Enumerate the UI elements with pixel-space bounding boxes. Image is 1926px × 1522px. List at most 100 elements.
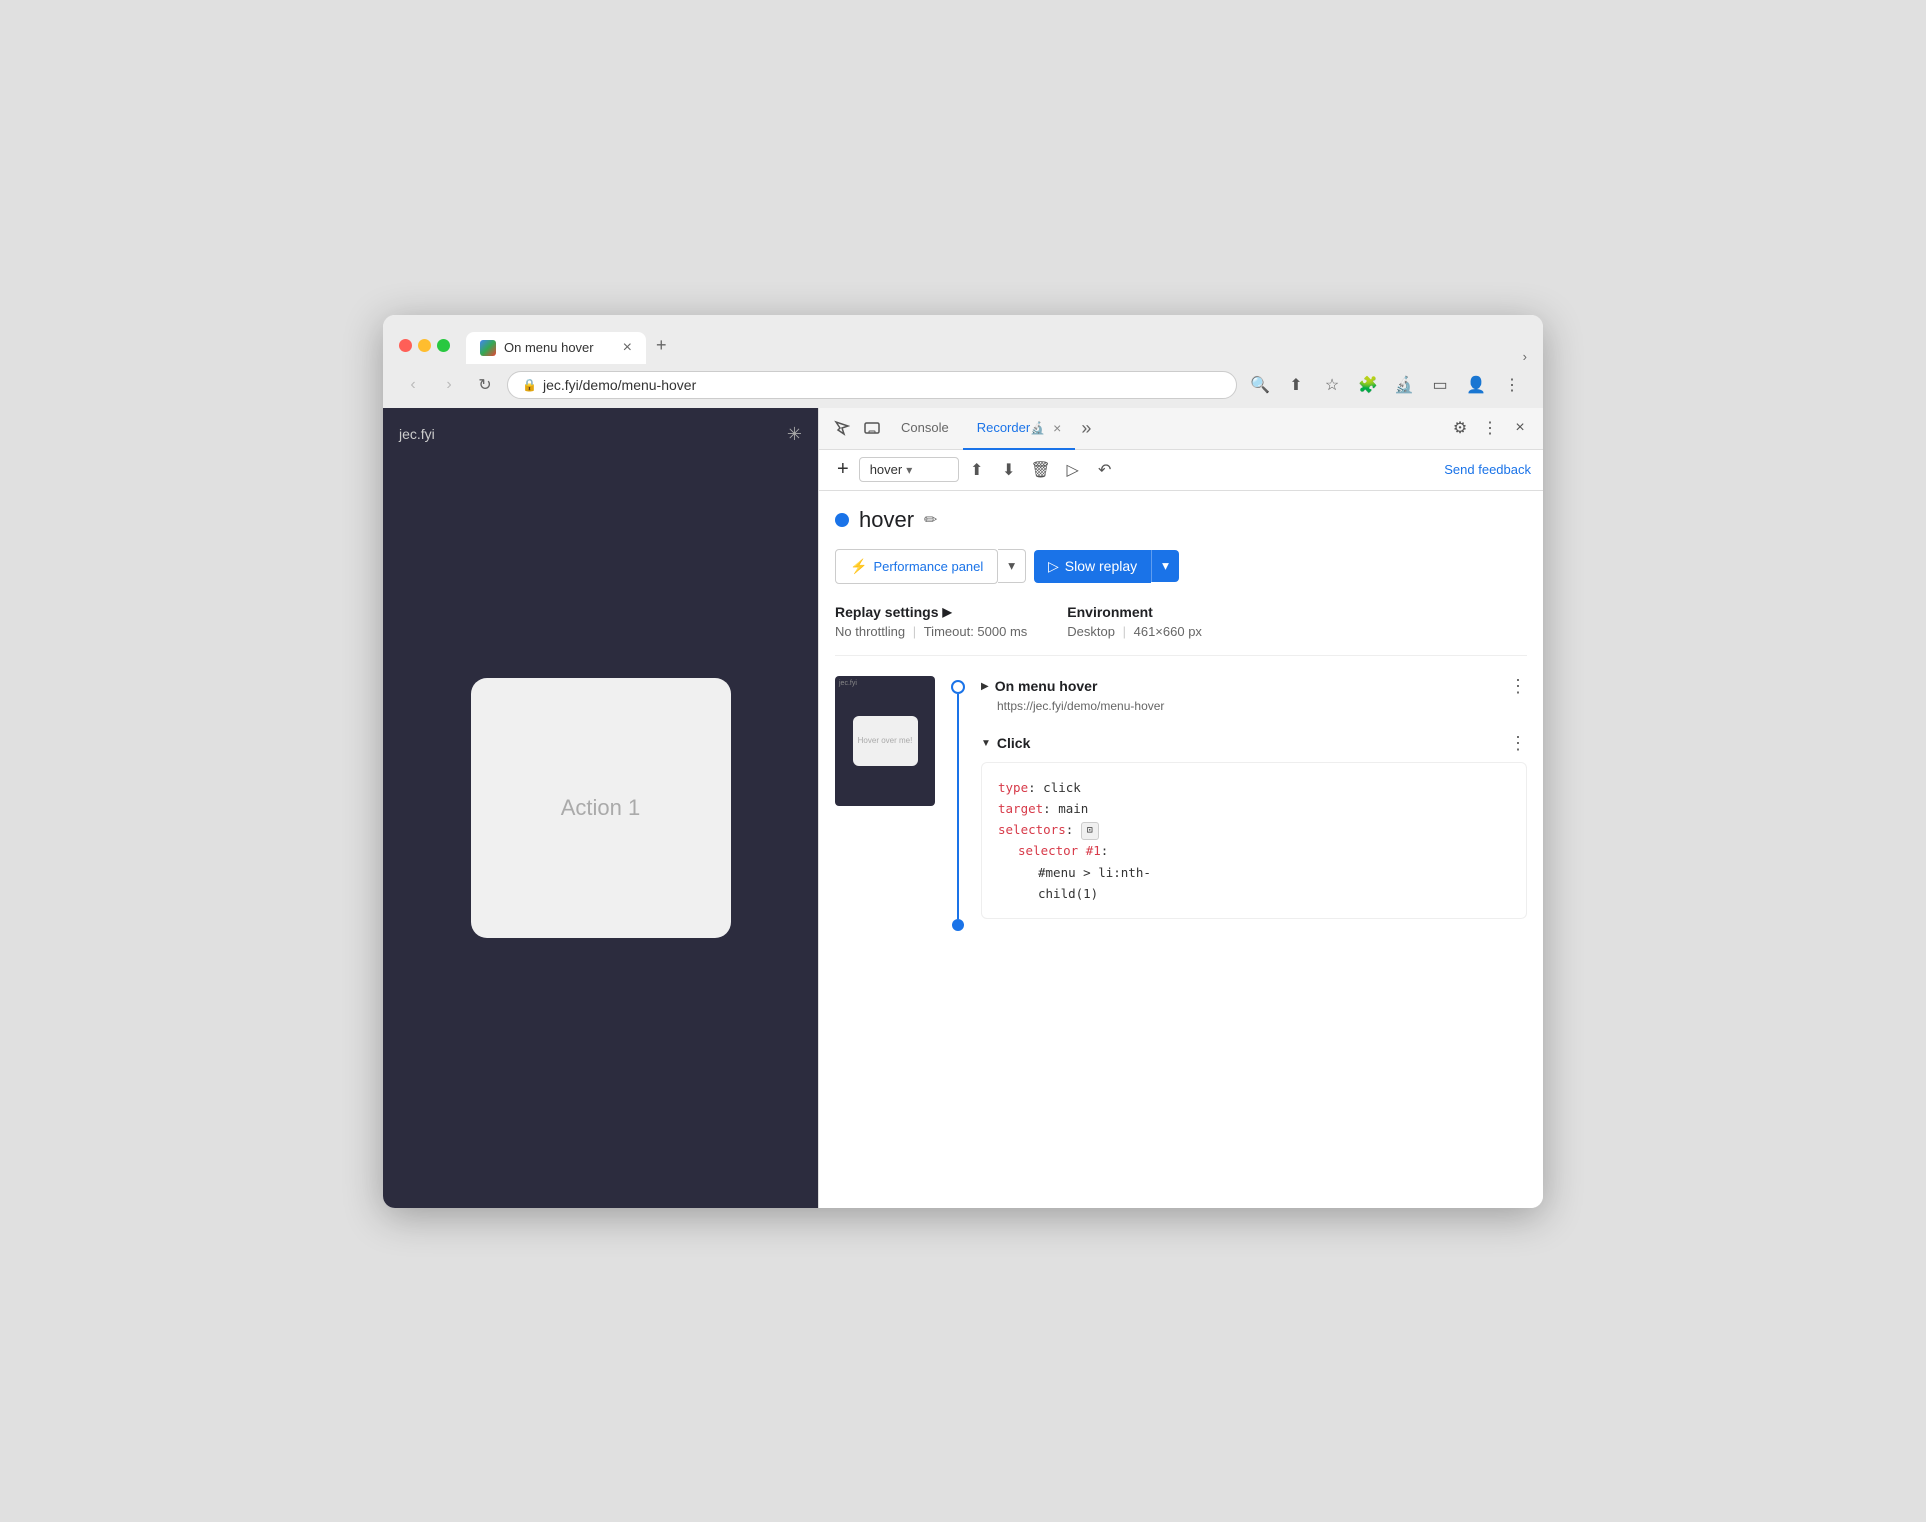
selector-value-line1: #menu > li:nth- bbox=[1038, 865, 1151, 880]
recorder-badge-icon: 🔬 bbox=[1030, 421, 1045, 435]
target-value: main bbox=[1058, 801, 1088, 816]
selector-type-icon[interactable]: ⊡ bbox=[1081, 822, 1099, 840]
forward-button[interactable]: › bbox=[435, 371, 463, 399]
import-recording-icon[interactable]: ⬇ bbox=[995, 456, 1023, 484]
console-tab-label: Console bbox=[901, 420, 949, 435]
environment-title: Environment bbox=[1067, 604, 1202, 620]
tab-console[interactable]: Console bbox=[887, 408, 963, 450]
steps-section: Hover over me! jec.fyi bbox=[835, 676, 1527, 932]
step2-expand-icon[interactable]: ▼ bbox=[981, 738, 991, 749]
screenshot-mini-card: Hover over me! bbox=[853, 716, 918, 766]
security-lock-icon: 🔒 bbox=[522, 378, 537, 392]
play-recording-icon[interactable]: ▷ bbox=[1059, 456, 1087, 484]
performance-panel-button[interactable]: ⚡ Performance panel bbox=[835, 549, 998, 584]
add-recording-button[interactable]: + bbox=[831, 456, 855, 483]
action-card[interactable]: Action 1 bbox=[471, 678, 731, 938]
more-options-icon[interactable]: ⋮ bbox=[1475, 413, 1505, 443]
step2-more-icon[interactable]: ⋮ bbox=[1509, 733, 1527, 754]
slow-replay-dropdown-button[interactable]: ▾ bbox=[1151, 550, 1179, 582]
tab-recorder[interactable]: Recorder 🔬 × bbox=[963, 408, 1076, 450]
main-content: jec.fyi ✳ Action 1 bbox=[383, 408, 1543, 1208]
address-bar: ‹ › ↻ 🔒 jec.fyi/demo/menu-hover 🔍 ⬆ ☆ 🧩 … bbox=[383, 364, 1543, 408]
slow-replay-button[interactable]: ▷ Slow replay bbox=[1034, 550, 1151, 583]
maximize-button[interactable] bbox=[437, 339, 450, 352]
send-feedback-link[interactable]: Send feedback bbox=[1444, 462, 1531, 477]
back-button[interactable]: ‹ bbox=[399, 371, 427, 399]
tab-favicon bbox=[480, 340, 496, 356]
share-icon[interactable]: ⬆ bbox=[1281, 370, 1311, 400]
reload-button[interactable]: ↻ bbox=[471, 371, 499, 399]
url-text: jec.fyi/demo/menu-hover bbox=[543, 377, 1222, 393]
edit-recording-name-icon[interactable]: ✏ bbox=[924, 510, 937, 530]
theme-toggle-icon[interactable]: ✳ bbox=[787, 424, 802, 445]
inspect-element-icon[interactable] bbox=[827, 413, 857, 443]
performance-panel-dropdown-button[interactable]: ▾ bbox=[998, 549, 1026, 583]
timeout-value: Timeout: 5000 ms bbox=[924, 624, 1028, 639]
resolution-value: 461×660 px bbox=[1134, 624, 1202, 639]
webpage-panel: jec.fyi ✳ Action 1 bbox=[383, 408, 818, 1208]
site-logo: jec.fyi bbox=[399, 426, 435, 442]
devtools-header: Console Recorder 🔬 × » ⚙ ⋮ × bbox=[819, 408, 1543, 450]
search-icon[interactable]: 🔍 bbox=[1245, 370, 1275, 400]
undo-recording-icon[interactable]: ↶ bbox=[1091, 456, 1119, 484]
minimize-button[interactable] bbox=[418, 339, 431, 352]
type-value: click bbox=[1043, 780, 1081, 795]
env-divider: | bbox=[1123, 624, 1130, 639]
timeline-bottom-node bbox=[952, 919, 964, 931]
code-line-selector-val1: #menu > li:nth- bbox=[998, 862, 1510, 883]
delete-recording-icon[interactable]: 🗑 bbox=[1027, 456, 1055, 484]
device-toolbar-icon[interactable] bbox=[857, 413, 887, 443]
replay-settings-arrow-icon: ▶ bbox=[942, 605, 951, 619]
recording-selector[interactable]: hover ▾ bbox=[859, 457, 959, 482]
environment-label: Environment bbox=[1067, 604, 1153, 620]
recorder-tab-label: Recorder bbox=[977, 420, 1030, 435]
performance-panel-label: Performance panel bbox=[873, 559, 983, 574]
tab-bar: On menu hover × + › bbox=[466, 327, 1527, 364]
timeline-top-node bbox=[951, 680, 965, 694]
code-line-target: target: main bbox=[998, 798, 1510, 819]
tab-close-button[interactable]: × bbox=[623, 340, 632, 356]
extension-icon[interactable]: 🧩 bbox=[1353, 370, 1383, 400]
tab-more-button[interactable]: › bbox=[1523, 349, 1527, 364]
step2-header: ▼ Click ⋮ bbox=[981, 725, 1527, 754]
step1-more-icon[interactable]: ⋮ bbox=[1509, 676, 1527, 697]
code-line-type: type: click bbox=[998, 777, 1510, 798]
step1-header: ▶ On menu hover ⋮ bbox=[981, 676, 1527, 697]
close-devtools-icon[interactable]: × bbox=[1505, 413, 1535, 443]
button-row: ⚡ Performance panel ▾ ▷ Slow replay ▾ bbox=[835, 549, 1527, 584]
export-recording-icon[interactable]: ⬆ bbox=[963, 456, 991, 484]
devtools-extension-icon[interactable]: 🔬 bbox=[1389, 370, 1419, 400]
selector-num-key: selector #1 bbox=[1018, 843, 1101, 858]
settings-gear-icon[interactable]: ⚙ bbox=[1445, 413, 1475, 443]
play-icon: ▷ bbox=[1048, 558, 1059, 575]
recorder-tab-close-icon[interactable]: × bbox=[1053, 420, 1061, 436]
steps-timeline bbox=[951, 676, 965, 932]
list-item: ▶ On menu hover ⋮ https://jec.fyi/demo/m… bbox=[981, 676, 1527, 713]
type-key: type bbox=[998, 780, 1028, 795]
recording-title-row: hover ✏ bbox=[835, 507, 1527, 533]
replay-settings-title[interactable]: Replay settings ▶ bbox=[835, 604, 1027, 620]
url-input[interactable]: 🔒 jec.fyi/demo/menu-hover bbox=[507, 371, 1237, 399]
new-tab-button[interactable]: + bbox=[648, 327, 675, 364]
active-tab[interactable]: On menu hover × bbox=[466, 332, 646, 364]
selected-recording-name: hover bbox=[870, 462, 903, 477]
step1-expand-icon[interactable]: ▶ bbox=[981, 681, 989, 692]
recording-title: hover bbox=[859, 507, 914, 533]
close-button[interactable] bbox=[399, 339, 412, 352]
screenshot-url-label: jec.fyi bbox=[839, 680, 857, 687]
menu-icon[interactable]: ⋮ bbox=[1497, 370, 1527, 400]
tab-title: On menu hover bbox=[504, 340, 594, 355]
more-tabs-icon[interactable]: » bbox=[1075, 414, 1097, 443]
selectors-key: selectors bbox=[998, 822, 1066, 837]
bookmark-icon[interactable]: ☆ bbox=[1317, 370, 1347, 400]
dropdown-chevron-icon: ▾ bbox=[906, 463, 912, 477]
recorder-content: hover ✏ ⚡ Performance panel ▾ ▷ bbox=[819, 491, 1543, 1208]
sidebar-icon[interactable]: ▭ bbox=[1425, 370, 1455, 400]
device-value: Desktop bbox=[1067, 624, 1115, 639]
action-card-label: Action 1 bbox=[561, 795, 641, 821]
code-block: type: click target: main selectors: ⊡ se… bbox=[981, 762, 1527, 920]
performance-panel-icon: ⚡ bbox=[850, 558, 867, 575]
timeline-connector bbox=[957, 694, 959, 920]
step-screenshot: Hover over me! jec.fyi bbox=[835, 676, 935, 806]
profile-icon[interactable]: 👤 bbox=[1461, 370, 1491, 400]
